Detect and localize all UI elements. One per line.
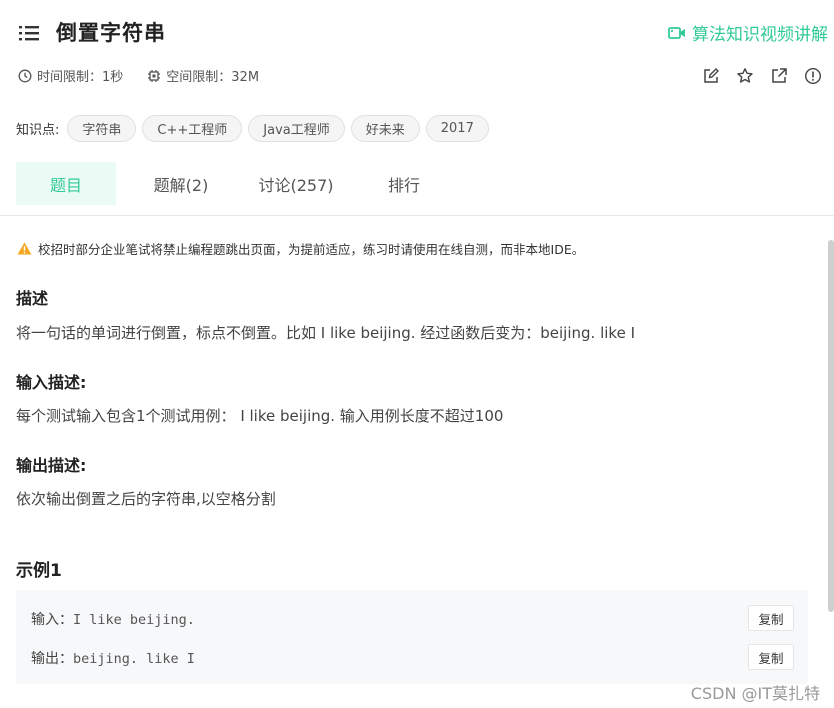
warning-icon [17, 242, 32, 255]
example-output-line: 输出：beijing. like I [31, 648, 195, 668]
page-title: 倒置字符串 [56, 21, 166, 45]
tag-company[interactable]: 好未来 [350, 115, 420, 142]
chip-icon [148, 69, 161, 82]
tab-discussion[interactable]: 讨论(257) [246, 162, 346, 205]
tag-year[interactable]: 2017 [425, 115, 489, 142]
watermark: CSDN @IT莫扎特 [690, 684, 820, 703]
input-description-text: 每个测试输入包含1个测试用例： I like beijing. 输入用例长度不超… [16, 407, 504, 425]
action-icons [686, 67, 822, 85]
problem-header: 倒置字符串 算法知识视频讲解 时间限制：1秒 空间限制：32M 知识点: 字符串… [0, 0, 834, 216]
report-icon[interactable] [804, 67, 822, 85]
tag-cpp-engineer[interactable]: C++工程师 [142, 115, 243, 142]
video-lecture-link[interactable]: 算法知识视频讲解 [668, 20, 828, 45]
star-icon[interactable] [736, 67, 754, 85]
example-output-label: 输出： [31, 651, 73, 667]
tab-ranking[interactable]: 排行 [346, 162, 462, 205]
limits-row: 时间限制：1秒 空间限制：32M [18, 66, 283, 85]
problem-tabs: 题目 题解(2) 讨论(257) 排行 [16, 162, 462, 205]
time-limit: 时间限制：1秒 [18, 66, 123, 85]
input-description-heading: 输入描述: [16, 373, 87, 392]
example-input-line: 输入：I like beijing. [31, 609, 195, 629]
clock-icon [18, 69, 32, 82]
notice-text: 校招时部分企业笔试将禁止编程题跳出页面，为提前适应，练习时请使用在线自测，而非本… [38, 242, 585, 257]
output-description-heading: 输出描述: [16, 456, 87, 475]
knowledge-tags: 知识点: 字符串 C++工程师 Java工程师 好未来 2017 [16, 115, 495, 142]
tags-label: 知识点: [16, 123, 60, 138]
edit-icon[interactable] [702, 67, 720, 85]
scrollbar[interactable] [828, 240, 834, 612]
output-description-text: 依次输出倒置之后的字符串,以空格分割 [16, 490, 276, 508]
example-box: 输入：I like beijing. 复制 输出：beijing. like I… [16, 590, 808, 684]
share-icon[interactable] [770, 67, 788, 85]
tab-problem[interactable]: 题目 [16, 162, 116, 205]
exam-notice: 校招时部分企业笔试将禁止编程题跳出页面，为提前适应，练习时请使用在线自测，而非本… [17, 239, 584, 258]
example-input-label: 输入： [31, 612, 73, 628]
header-divider [0, 215, 834, 216]
space-limit: 空间限制：32M [147, 66, 259, 85]
list-menu-icon[interactable] [18, 24, 40, 42]
copy-input-button[interactable]: 复制 [748, 605, 794, 631]
copy-output-button[interactable]: 复制 [748, 644, 794, 670]
tag-string[interactable]: 字符串 [67, 115, 137, 142]
time-limit-text: 时间限制：1秒 [37, 70, 124, 85]
example-output-value: beijing. like I [73, 651, 195, 667]
example-input-value: I like beijing. [73, 612, 195, 628]
tab-solutions[interactable]: 题解(2) [116, 162, 246, 205]
description-heading: 描述 [16, 289, 49, 308]
tag-java-engineer[interactable]: Java工程师 [248, 115, 345, 142]
space-limit-text: 空间限制：32M [166, 70, 260, 85]
description-text: 将一句话的单词进行倒置，标点不倒置。比如 I like beijing. 经过函… [16, 324, 635, 342]
video-camera-icon [668, 26, 685, 39]
example-heading: 示例1 [16, 561, 62, 581]
video-link-label: 算法知识视频讲解 [692, 25, 828, 45]
